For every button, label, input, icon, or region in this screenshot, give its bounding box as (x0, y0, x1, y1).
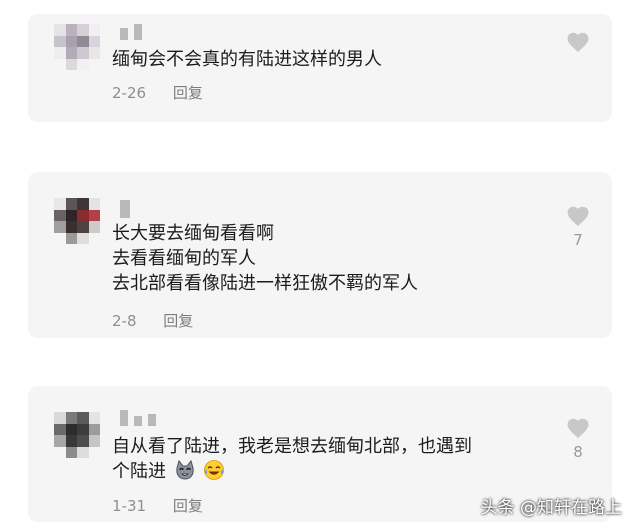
comment-date: 1-31 (112, 497, 147, 515)
comment-line: 去北部看看像陆进一样狂傲不羁的军人 (112, 273, 418, 294)
comment-meta: 2-26 回复 (112, 82, 203, 103)
cat-face-emoji-icon (176, 459, 194, 480)
avatar[interactable] (54, 198, 100, 244)
like-button[interactable] (564, 30, 592, 57)
like-button[interactable]: 8 (564, 416, 592, 461)
comment-date: 2-26 (112, 84, 147, 102)
comment-text: 缅甸会不会真的有陆进这样的男人 (112, 47, 382, 72)
like-count: 8 (573, 443, 583, 461)
comment-line: 去看看缅甸的军人 (112, 248, 256, 269)
reply-button[interactable]: 回复 (173, 84, 203, 102)
avatar[interactable] (54, 412, 100, 458)
avatar[interactable] (54, 24, 100, 70)
comment-text: 自从看了陆进，我老是想去缅甸北部，也遇到 个陆进 (112, 434, 472, 484)
comment-line-with-emoji: 个陆进 (112, 459, 472, 484)
laughing-tears-emoji-icon (204, 460, 225, 480)
username[interactable] (120, 200, 130, 218)
reply-button[interactable]: 回复 (173, 497, 203, 515)
comment-meta: 2-8 回复 (112, 310, 193, 331)
comment-line: 缅甸会不会真的有陆进这样的男人 (112, 49, 382, 70)
comment-list: 缅甸会不会真的有陆进这样的男人 2-26 回复 长大要去缅甸看看啊 去看看缅甸的… (0, 0, 640, 528)
comment-line: 自从看了陆进，我老是想去缅甸北部，也遇到 (112, 436, 472, 457)
reply-button[interactable]: 回复 (163, 312, 193, 330)
like-count: 7 (573, 231, 583, 249)
watermark: 头条 @知轩在路上 (480, 498, 622, 518)
comment-card: 长大要去缅甸看看啊 去看看缅甸的军人 去北部看看像陆进一样狂傲不羁的军人 2-8… (28, 172, 612, 338)
comment-date: 2-8 (112, 312, 137, 330)
comment-meta: 1-31 回复 (112, 495, 203, 516)
heart-icon (567, 418, 589, 438)
like-button[interactable]: 7 (564, 204, 592, 249)
comment-line: 个陆进 (112, 461, 166, 482)
username[interactable] (120, 410, 156, 426)
heart-icon (567, 206, 589, 226)
comment-card: 缅甸会不会真的有陆进这样的男人 2-26 回复 (28, 14, 612, 122)
heart-icon (567, 32, 589, 52)
comment-text: 长大要去缅甸看看啊 去看看缅甸的军人 去北部看看像陆进一样狂傲不羁的军人 (112, 221, 418, 296)
username[interactable] (120, 24, 142, 40)
comment-line: 长大要去缅甸看看啊 (112, 223, 274, 244)
